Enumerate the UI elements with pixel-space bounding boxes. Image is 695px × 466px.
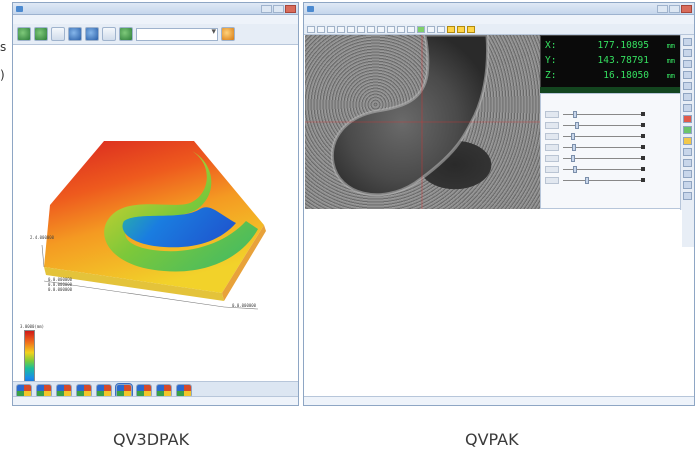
- line-tool-icon[interactable]: [317, 25, 325, 33]
- angle-tool-icon[interactable]: [387, 25, 395, 33]
- left-menu-bar: [13, 15, 298, 24]
- light-slider-7[interactable]: [545, 176, 645, 185]
- measure-run-icon[interactable]: [417, 25, 425, 33]
- right-status-bar: [304, 396, 694, 405]
- part-program-area[interactable]: [305, 210, 682, 396]
- highlight-tool-3-icon[interactable]: [467, 25, 475, 33]
- caption-qv3dpak: QV3DPAK: [113, 430, 190, 449]
- camera-image: [305, 35, 540, 209]
- circle-tool-icon[interactable]: [327, 25, 335, 33]
- coord-z-axis: Z:: [545, 70, 557, 81]
- minimize-icon[interactable]: [657, 5, 668, 13]
- light-slider-4[interactable]: [545, 143, 645, 152]
- side-tool-6-icon[interactable]: [683, 93, 692, 101]
- camera-view[interactable]: [305, 35, 540, 209]
- app-icon: [307, 6, 314, 12]
- app-icon: [16, 6, 23, 12]
- close-icon[interactable]: [285, 5, 296, 13]
- part-silhouette: [330, 35, 489, 197]
- view-shade-icon[interactable]: [34, 27, 48, 41]
- focus-tool-icon[interactable]: [367, 25, 375, 33]
- caption-strip: QV3DPAK QVPAK: [0, 408, 695, 466]
- light-slider-6[interactable]: [545, 165, 645, 174]
- coord-y-value: 143.78791: [597, 55, 649, 66]
- coord-y-axis: Y:: [545, 55, 557, 66]
- right-title-bar: [304, 3, 694, 15]
- view-3d-icon[interactable]: [17, 27, 31, 41]
- origin-label-3: 0.0.000000: [48, 287, 73, 292]
- tolerance-icon[interactable]: [427, 25, 435, 33]
- side-tool-13-icon[interactable]: [683, 170, 692, 178]
- caption-qvpak: QVPAK: [465, 430, 519, 449]
- ref-tool-icon[interactable]: [407, 25, 415, 33]
- rotate-icon[interactable]: [68, 27, 82, 41]
- side-tool-3-icon[interactable]: [683, 60, 692, 68]
- view-select[interactable]: [136, 27, 218, 41]
- side-tool-12-icon[interactable]: [683, 159, 692, 167]
- light-slider-1[interactable]: [545, 110, 645, 119]
- colorbar-top-label: 3.0000(mm): [20, 324, 45, 329]
- left-status-bar: [13, 396, 298, 405]
- side-tool-11-icon[interactable]: [683, 148, 692, 156]
- coord-y-unit: mm: [666, 57, 675, 65]
- cropped-text-line-2: ): [0, 68, 5, 82]
- grid-icon[interactable]: [51, 27, 65, 41]
- right-menu-bar: [304, 15, 694, 24]
- arc-tool-icon[interactable]: [337, 25, 345, 33]
- surface-plot: [41, 141, 266, 310]
- highlight-tool-2-icon[interactable]: [457, 25, 465, 33]
- 3d-surface-view[interactable]: 2.4.000000 0.0.000000 0.0.000000 0.0.000…: [14, 45, 298, 399]
- maximize-icon[interactable]: [273, 5, 284, 13]
- pan-icon[interactable]: [102, 27, 116, 41]
- side-tool-2-icon[interactable]: [683, 49, 692, 57]
- distance-tool-icon[interactable]: [377, 25, 385, 33]
- light-slider-3[interactable]: [545, 132, 645, 141]
- coord-z-value: 16.18050: [603, 70, 649, 81]
- qv3dpak-window: 2.4.000000 0.0.000000 0.0.000000 0.0.000…: [12, 2, 299, 406]
- coord-row-y: Y: 143.78791 mm: [545, 55, 677, 67]
- pointer-icon[interactable]: [307, 25, 315, 33]
- left-title-bar: [13, 3, 298, 15]
- side-tool-8-icon[interactable]: [683, 115, 692, 123]
- minimize-icon[interactable]: [261, 5, 272, 13]
- width-tool-icon[interactable]: [397, 25, 405, 33]
- point-tool-icon[interactable]: [347, 25, 355, 33]
- side-tool-14-icon[interactable]: [683, 181, 692, 189]
- dro-coordinate-panel: X: 177.10895 mm Y: 143.78791 mm Z: 16.18…: [540, 35, 682, 88]
- z-axis-label: 2.4.000000: [30, 235, 55, 240]
- coord-row-x: X: 177.10895 mm: [545, 40, 677, 52]
- side-tool-7-icon[interactable]: [683, 104, 692, 112]
- export-icon[interactable]: [221, 27, 235, 41]
- light-slider-5[interactable]: [545, 154, 645, 163]
- side-tool-10-icon[interactable]: [683, 137, 692, 145]
- side-tool-15-icon[interactable]: [683, 192, 692, 200]
- left-toolbar: [13, 24, 298, 45]
- side-tool-5-icon[interactable]: [683, 82, 692, 90]
- lighting-control-panel: [540, 93, 682, 209]
- close-icon[interactable]: [681, 5, 692, 13]
- right-side-toolbar: [680, 35, 694, 247]
- coord-x-value: 177.10895: [597, 40, 649, 51]
- right-toolbar: [304, 24, 694, 35]
- side-tool-4-icon[interactable]: [683, 71, 692, 79]
- maximize-icon[interactable]: [669, 5, 680, 13]
- qvpak-window: X: 177.10895 mm Y: 143.78791 mm Z: 16.18…: [303, 2, 695, 406]
- zoom-icon[interactable]: [85, 27, 99, 41]
- side-tool-1-icon[interactable]: [683, 38, 692, 46]
- cropped-text-line-1: s: [0, 40, 7, 54]
- coord-x-unit: mm: [666, 42, 675, 50]
- light-slider-2[interactable]: [545, 121, 645, 130]
- report-icon[interactable]: [437, 25, 445, 33]
- coord-x-axis: X:: [545, 40, 557, 51]
- coord-z-unit: mm: [666, 72, 675, 80]
- fit-icon[interactable]: [119, 27, 133, 41]
- edge-tool-icon[interactable]: [357, 25, 365, 33]
- highlight-tool-icon[interactable]: [447, 25, 455, 33]
- coord-row-z: Z: 16.18050 mm: [545, 70, 677, 82]
- x-axis-label: 0.0.000000: [232, 303, 257, 308]
- side-tool-9-icon[interactable]: [683, 126, 692, 134]
